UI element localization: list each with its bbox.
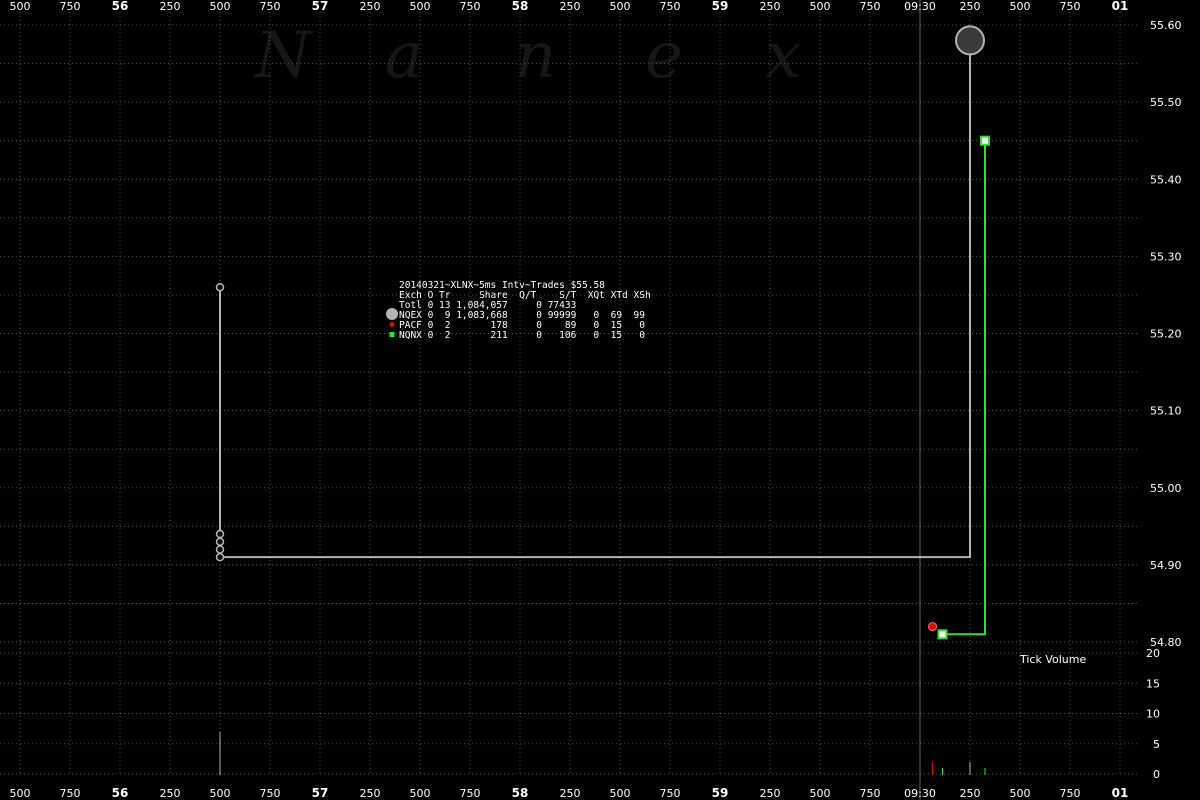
x-tick-label: 59 bbox=[712, 0, 729, 13]
x-tick-label: 01 bbox=[1112, 0, 1129, 13]
price-tick-label: 55.10 bbox=[1150, 405, 1182, 418]
x-tick-label: 57 bbox=[312, 786, 329, 800]
x-tick-label: 750 bbox=[1060, 787, 1081, 800]
x-tick-label: 750 bbox=[660, 0, 681, 13]
x-tick-label: 58 bbox=[512, 786, 529, 800]
time-axis-top: 500 750 56 250 500 750 57 250 500 750 58 250 500 750 5… bbox=[10, 0, 1129, 13]
x-tick-label: 58 bbox=[512, 0, 529, 13]
x-tick-label: 500 bbox=[610, 0, 631, 13]
x-tick-label: 500 bbox=[10, 0, 31, 13]
price-tick-label: 55.60 bbox=[1150, 19, 1182, 32]
watermark-letter: e bbox=[645, 19, 683, 93]
tick-volume-label: Tick Volume bbox=[1019, 653, 1086, 666]
volume-axis: 20 15 10 5 0 bbox=[1146, 647, 1160, 781]
x-tick-label: 750 bbox=[460, 787, 481, 800]
price-tick-label: 55.50 bbox=[1150, 96, 1182, 109]
x-tick-label: 750 bbox=[860, 0, 881, 13]
x-tick-label: 500 bbox=[410, 0, 431, 13]
legend-swatch bbox=[389, 322, 395, 327]
price-tick-label: 54.90 bbox=[1150, 559, 1182, 572]
volume-tick-label: 15 bbox=[1146, 677, 1160, 690]
x-tick-label: 250 bbox=[960, 0, 981, 13]
x-tick-label: 500 bbox=[810, 787, 831, 800]
x-tick-label: 750 bbox=[60, 0, 81, 13]
volume-tick-label: 10 bbox=[1146, 708, 1160, 721]
watermark-letter: a bbox=[385, 19, 423, 93]
price-axis: 55.60 55.50 55.40 55.30 55.20 55.10 55.00 54.90… bbox=[1150, 19, 1182, 649]
trade-point bbox=[928, 622, 937, 632]
x-tick-label: 750 bbox=[660, 787, 681, 800]
x-tick-label: 250 bbox=[360, 787, 381, 800]
trade-point bbox=[980, 135, 990, 146]
x-tick-label: 500 bbox=[210, 0, 231, 13]
volume-tick-label: 0 bbox=[1153, 768, 1160, 781]
series-line bbox=[942, 140, 986, 636]
x-tick-label: 750 bbox=[260, 0, 281, 13]
price-tick-label: 55.00 bbox=[1150, 482, 1182, 495]
trade-point bbox=[215, 545, 225, 554]
trade-point bbox=[215, 537, 225, 546]
x-tick-label: 500 bbox=[810, 0, 831, 13]
trade-point bbox=[215, 529, 225, 539]
trade-point bbox=[955, 25, 985, 56]
x-tick-label: 250 bbox=[960, 787, 981, 800]
x-tick-label: 250 bbox=[560, 0, 581, 13]
x-tick-label: 250 bbox=[560, 787, 581, 800]
x-tick-label: 750 bbox=[260, 787, 281, 800]
x-tick-label: 500 bbox=[1010, 0, 1031, 13]
x-tick-label: 250 bbox=[160, 0, 181, 13]
x-tick-label: 250 bbox=[760, 787, 781, 800]
x-tick-label: 01 bbox=[1112, 786, 1129, 800]
trade-point bbox=[215, 282, 225, 292]
watermark-letter: n bbox=[515, 19, 556, 93]
price-tick-label: 55.20 bbox=[1150, 328, 1182, 341]
x-tick-label: 500 bbox=[10, 787, 31, 800]
exchange-legend: 20140321~XLNX~5ms Intv~Trades $55.58 Exc… bbox=[386, 280, 651, 341]
x-tick-label: 750 bbox=[860, 787, 881, 800]
x-tick-label: 500 bbox=[210, 787, 231, 800]
volume-tick-label: 20 bbox=[1146, 647, 1160, 660]
volume-tick-label: 5 bbox=[1153, 738, 1160, 751]
price-tick-label: 55.30 bbox=[1150, 250, 1182, 263]
nanex-watermark: Nanex bbox=[253, 19, 801, 93]
x-tick-label: 500 bbox=[1010, 787, 1031, 800]
legend-swatch bbox=[386, 308, 398, 320]
legend-swatch bbox=[389, 332, 395, 337]
trades-chart: Nanex 500 750 56 250 500 750 57 250 500 750 58 250 5… bbox=[0, 0, 1182, 800]
watermark-letter: N bbox=[253, 19, 313, 93]
time-axis-bottom: 500 750 56 250 500 750 57 250 500 750 58 250 500 750 5… bbox=[10, 786, 1129, 800]
x-tick-label: 09:30 bbox=[904, 787, 936, 800]
x-tick-label: 09:30 bbox=[904, 0, 936, 13]
x-tick-label: 59 bbox=[712, 786, 729, 800]
x-tick-label: 57 bbox=[312, 0, 329, 13]
trade-point bbox=[937, 629, 948, 640]
x-tick-label: 250 bbox=[160, 787, 181, 800]
x-tick-label: 750 bbox=[460, 0, 481, 13]
trade-point bbox=[215, 552, 225, 562]
x-tick-label: 250 bbox=[360, 0, 381, 13]
x-tick-label: 250 bbox=[760, 0, 781, 13]
x-tick-label: 500 bbox=[610, 787, 631, 800]
x-tick-label: 750 bbox=[60, 787, 81, 800]
x-tick-label: 750 bbox=[1060, 0, 1081, 13]
x-tick-label: 56 bbox=[112, 786, 129, 800]
x-tick-label: 56 bbox=[112, 0, 129, 13]
legend-row: NQNX 0 2 211 0 106 0 15 0 bbox=[399, 330, 645, 341]
x-tick-label: 500 bbox=[410, 787, 431, 800]
price-tick-label: 55.40 bbox=[1150, 173, 1182, 186]
